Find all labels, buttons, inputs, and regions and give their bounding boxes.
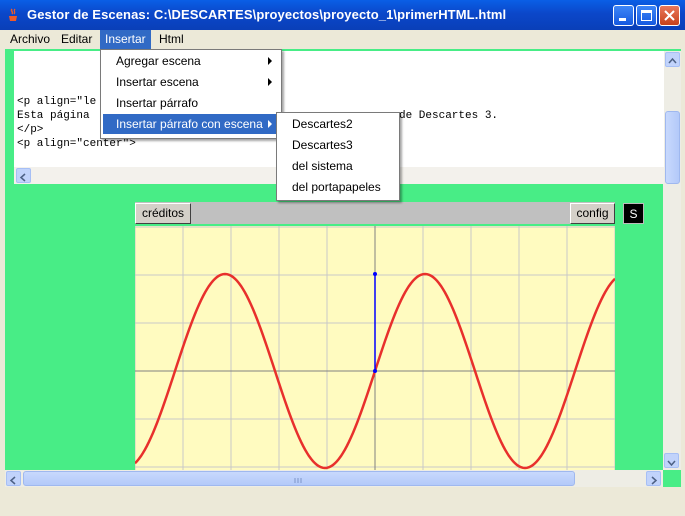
insertar-menu: Agregar escena Insertar escena Insertar … [100,49,282,139]
title-bar[interactable]: Gestor de Escenas: C:\DESCARTES\proyecto… [0,0,685,30]
maximize-icon [641,10,652,21]
window-title: Gestor de Escenas: C:\DESCARTES\proyecto… [27,7,507,22]
s-button[interactable]: S [623,203,644,224]
chevron-left-icon [9,476,16,485]
submenu-arrow-icon [268,120,272,128]
scroll-left-button[interactable] [16,168,31,183]
submenu-item-del-sistema[interactable]: del sistema [279,156,397,176]
editor-scroll-thumb[interactable] [665,111,680,184]
main-vertical-scrollbar[interactable] [663,184,681,470]
grip-icon [294,478,302,483]
scene-control-bar [135,202,615,224]
submenu-item-descartes2[interactable]: Descartes2 [279,114,397,134]
submenu-arrow-icon [268,78,272,86]
menu-item-insertar-parrafo[interactable]: Insertar párrafo [103,93,279,113]
submenu-arrow-icon [268,57,272,65]
minimize-icon [619,18,626,21]
close-button[interactable] [659,5,680,26]
chevron-up-icon [668,57,677,64]
menu-bar: Archivo Editar Insertar Html [0,30,685,49]
escena-submenu: Descartes2 Descartes3 del sistema del po… [276,112,400,201]
segment-top-point[interactable] [373,272,377,276]
chevron-left-icon [19,173,26,182]
status-bar [0,487,685,516]
java-cup-icon [9,8,17,21]
descartes-scene-plot[interactable] [135,226,615,471]
submenu-item-del-portapapeles[interactable]: del portapapeles [279,177,397,197]
segment-base-point[interactable] [373,369,377,373]
scroll-down-button[interactable] [664,453,679,468]
menu-html[interactable]: Html [154,30,189,49]
editor-vertical-scrollbar[interactable] [664,51,681,184]
editor-line: <p align="center"> [17,138,136,150]
menu-item-insertar-parrafo-con-escena[interactable]: Insertar párrafo con escena [103,114,279,134]
horizontal-scroll-thumb[interactable] [23,471,575,486]
config-button[interactable]: config [570,203,615,224]
submenu-item-descartes3[interactable]: Descartes3 [279,135,397,155]
scroll-left-button[interactable] [6,471,21,486]
editor-line-tail: de Descartes 3. [399,110,499,122]
menu-insertar[interactable]: Insertar [100,30,151,49]
menu-editar[interactable]: Editar [56,30,97,49]
menu-item-insertar-escena[interactable]: Insertar escena [103,72,279,92]
maximize-button[interactable] [636,5,657,26]
creditos-button[interactable]: créditos [135,203,191,224]
minimize-button[interactable] [613,5,634,26]
chevron-right-icon [651,476,658,485]
menu-item-agregar-escena[interactable]: Agregar escena [103,51,279,71]
scroll-up-button[interactable] [665,52,680,67]
menu-archivo[interactable]: Archivo [5,30,55,49]
close-icon [664,10,675,21]
scroll-right-button[interactable] [646,471,661,486]
chevron-down-icon [667,460,676,467]
